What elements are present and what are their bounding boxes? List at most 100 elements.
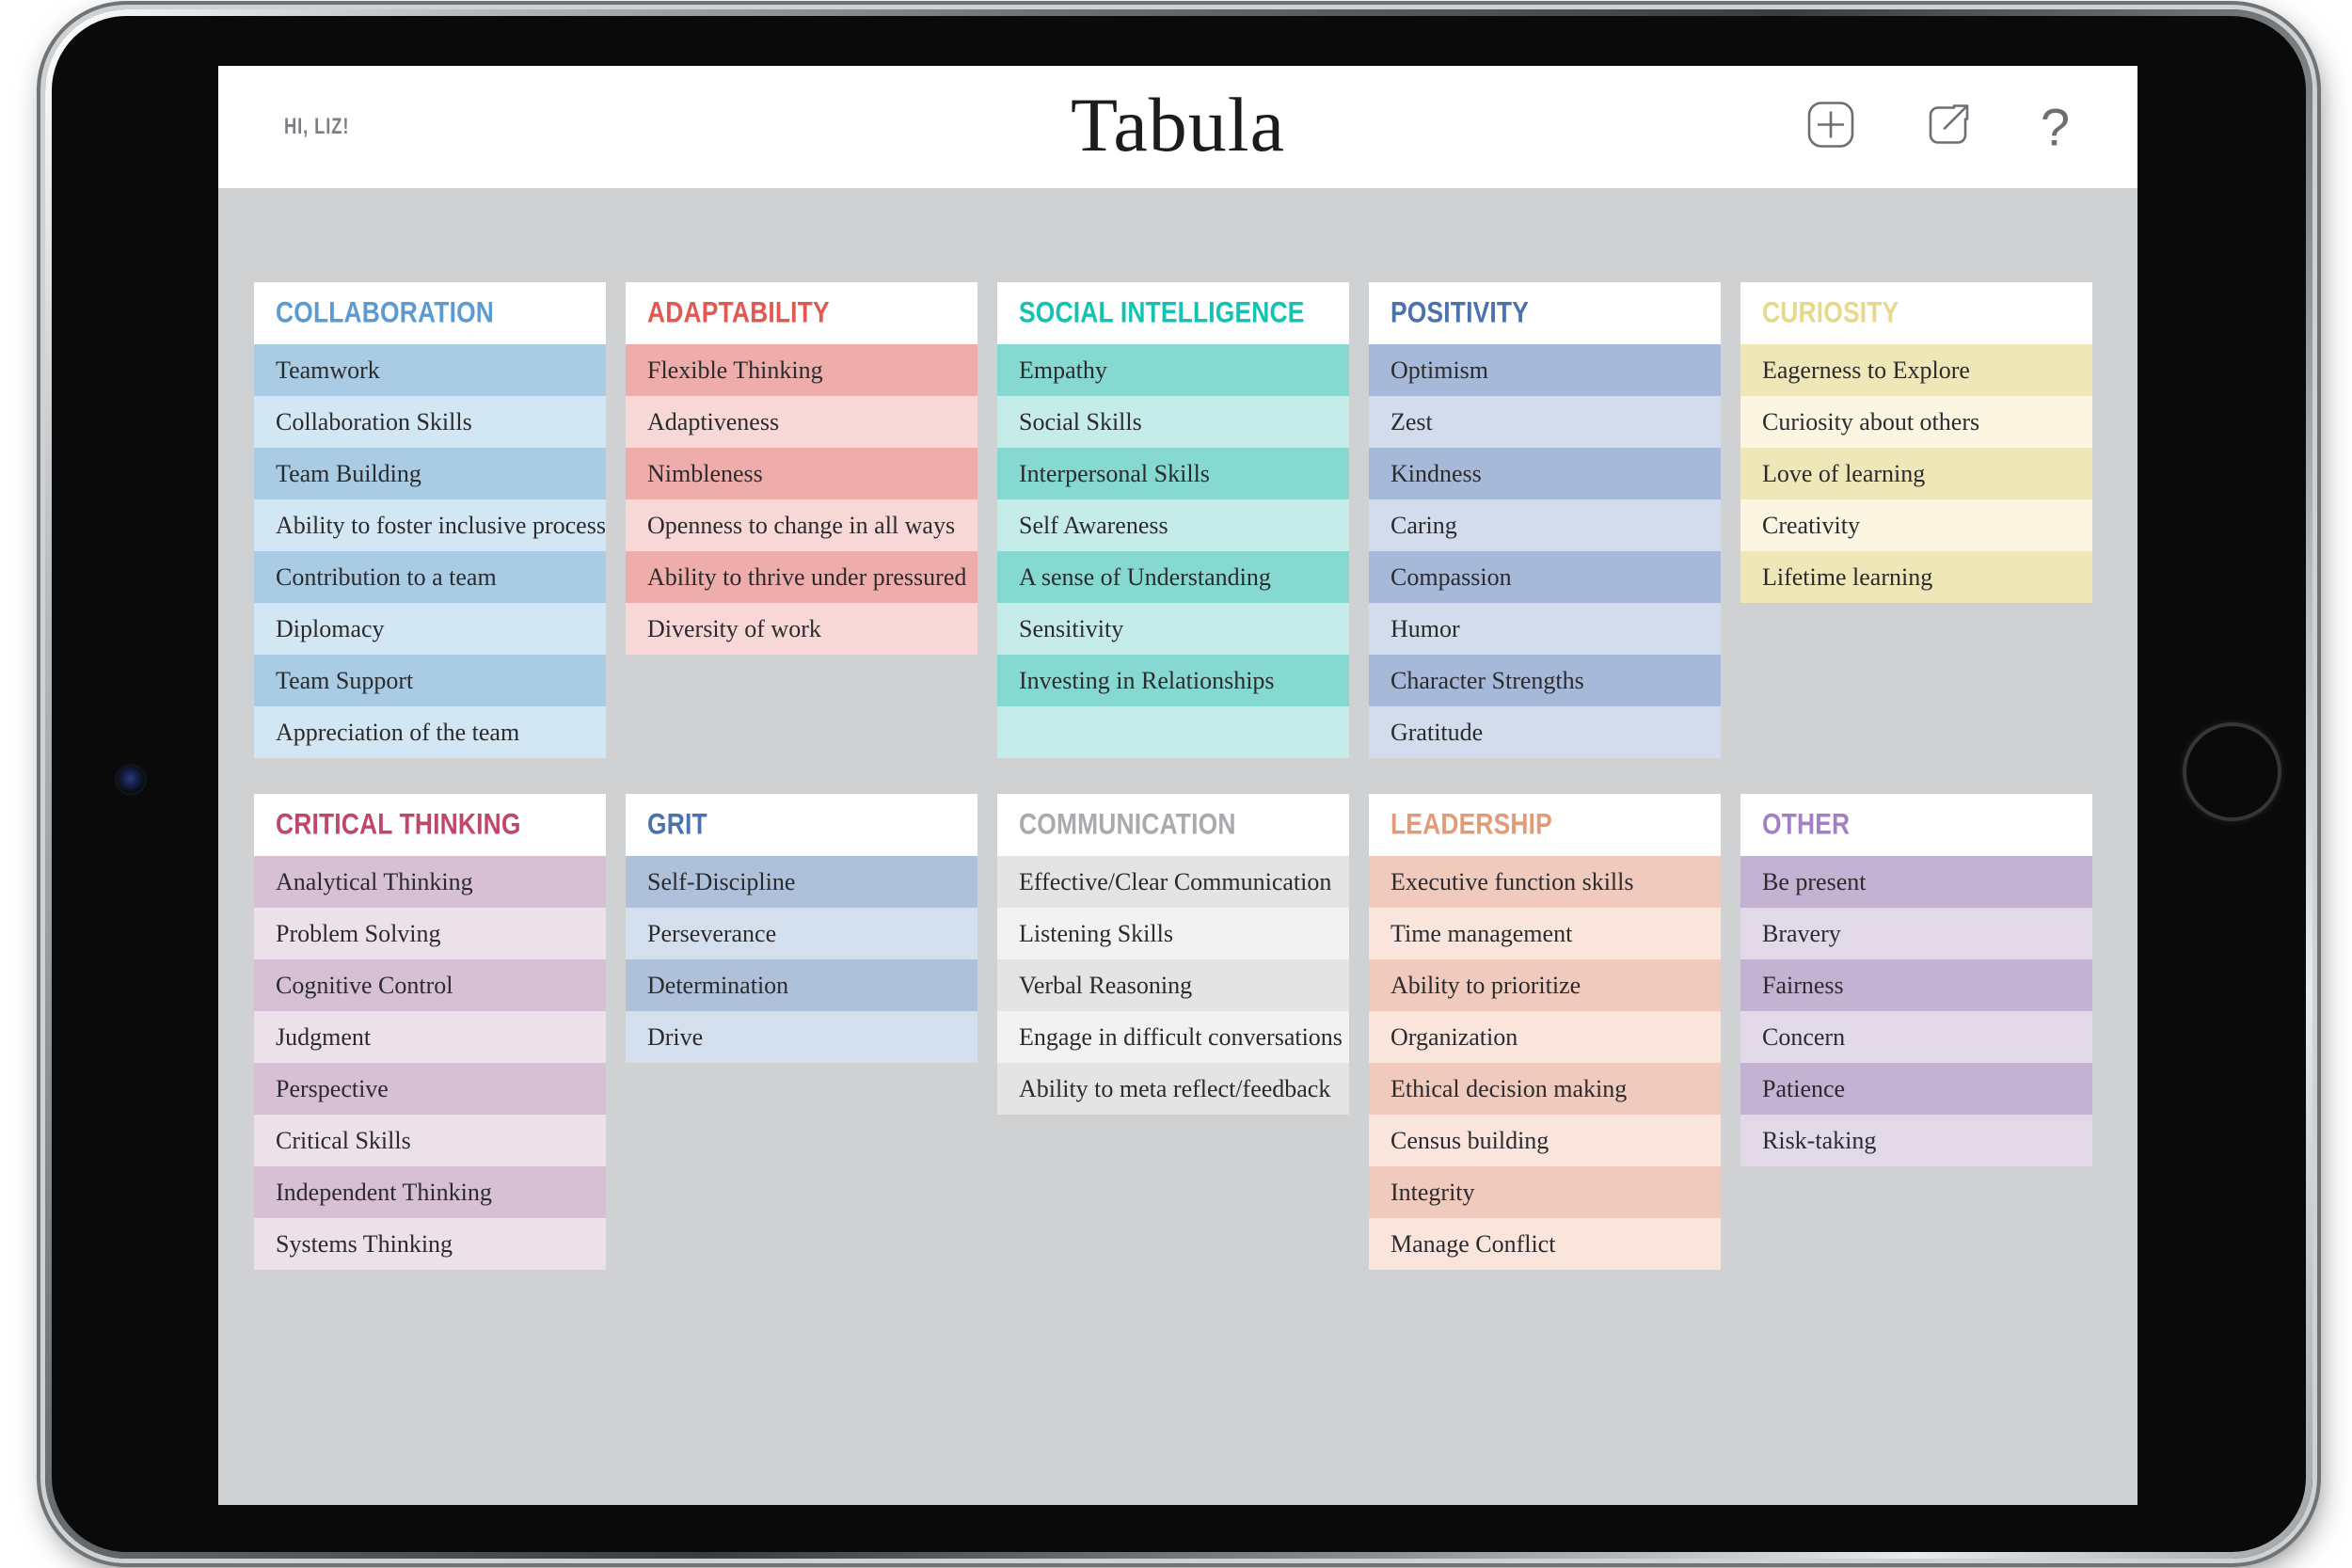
category-item[interactable]: Creativity (1740, 499, 2092, 551)
category-card-communication: COMMUNICATION Effective/Clear Communicati… (997, 794, 1349, 1115)
category-card-header: CURIOSITY (1740, 282, 2092, 344)
category-item-list: Be present Bravery Fairness Concern Patience… (1740, 856, 2092, 1166)
board-row: COLLABORATION Teamwork Collaboration Skill… (254, 282, 2111, 758)
category-item[interactable]: Sensitivity (997, 603, 1349, 655)
category-item[interactable]: Eagerness to Explore (1740, 344, 2092, 396)
category-card-header: OTHER (1740, 794, 2092, 856)
category-item[interactable]: Optimism (1369, 344, 1721, 396)
category-item[interactable]: Analytical Thinking (254, 856, 606, 908)
category-item[interactable]: Gratitude (1369, 706, 1721, 758)
category-item[interactable]: Engage in difficult conversations (997, 1011, 1349, 1063)
category-item[interactable]: Organization (1369, 1011, 1721, 1063)
category-item[interactable]: Adaptiveness (626, 396, 977, 448)
category-title: COMMUNICATION (1019, 807, 1236, 841)
category-item[interactable]: Executive function skills (1369, 856, 1721, 908)
category-item[interactable]: Interpersonal Skills (997, 448, 1349, 499)
category-card-header: SOCIAL INTELLIGENCE (997, 282, 1349, 344)
category-item[interactable]: Compassion (1369, 551, 1721, 603)
share-icon[interactable] (1922, 99, 1975, 156)
category-item-list: Teamwork Collaboration Skills Team Buildin… (254, 344, 606, 758)
category-item[interactable]: Character Strengths (1369, 655, 1721, 706)
category-title: COLLABORATION (276, 295, 495, 329)
category-item[interactable]: Listening Skills (997, 908, 1349, 959)
category-title: CURIOSITY (1762, 295, 1899, 329)
category-item[interactable]: Contribution to a team (254, 551, 606, 603)
category-card-social-intelligence: SOCIAL INTELLIGENCE Empathy Social Skills I… (997, 282, 1349, 758)
category-item[interactable]: Zest (1369, 396, 1721, 448)
category-card-header: GRIT (626, 794, 977, 856)
category-item[interactable]: Systems Thinking (254, 1218, 606, 1270)
category-item[interactable]: Ability to meta reflect/feedback (997, 1063, 1349, 1115)
category-item[interactable]: Humor (1369, 603, 1721, 655)
category-card-collaboration: COLLABORATION Teamwork Collaboration Skill… (254, 282, 606, 758)
tablet-screen: HI, LIZ! Tabula ? COLLABORATION Teamwork C… (218, 66, 2137, 1505)
category-title: OTHER (1762, 807, 1851, 841)
category-title: ADAPTABILITY (647, 295, 830, 329)
category-item[interactable]: Manage Conflict (1369, 1218, 1721, 1270)
category-item[interactable]: Openness to change in all ways (626, 499, 977, 551)
category-item[interactable]: Critical Skills (254, 1115, 606, 1166)
category-item[interactable]: Be present (1740, 856, 2092, 908)
category-item[interactable]: Love of learning (1740, 448, 2092, 499)
category-item[interactable]: Integrity (1369, 1166, 1721, 1218)
category-item[interactable]: Perseverance (626, 908, 977, 959)
category-item[interactable]: Caring (1369, 499, 1721, 551)
category-item[interactable]: Drive (626, 1011, 977, 1063)
category-item[interactable]: Effective/Clear Communication (997, 856, 1349, 908)
category-item[interactable]: Empathy (997, 344, 1349, 396)
category-card-other: OTHER Be present Bravery Fairness Concern Pat… (1740, 794, 2092, 1166)
category-item[interactable]: A sense of Understanding (997, 551, 1349, 603)
add-icon[interactable] (1805, 100, 1856, 155)
category-card-header: LEADERSHIP (1369, 794, 1721, 856)
category-item[interactable]: Census building (1369, 1115, 1721, 1166)
category-item[interactable]: Risk-taking (1740, 1115, 2092, 1166)
category-card-curiosity: CURIOSITY Eagerness to Explore Curiosity a… (1740, 282, 2092, 603)
category-card-header: COLLABORATION (254, 282, 606, 344)
category-item[interactable]: Judgment (254, 1011, 606, 1063)
category-card-header: POSITIVITY (1369, 282, 1721, 344)
category-item[interactable]: Fairness (1740, 959, 2092, 1011)
category-item[interactable]: Team Support (254, 655, 606, 706)
category-item[interactable]: Ability to thrive under pressured (626, 551, 977, 603)
category-item[interactable]: Nimbleness (626, 448, 977, 499)
category-item[interactable]: Ability to prioritize (1369, 959, 1721, 1011)
category-item-list: Analytical Thinking Problem Solving Cognit… (254, 856, 606, 1270)
category-item[interactable]: Teamwork (254, 344, 606, 396)
category-item[interactable]: Diversity of work (626, 603, 977, 655)
category-item[interactable]: Kindness (1369, 448, 1721, 499)
category-item[interactable]: Cognitive Control (254, 959, 606, 1011)
category-item[interactable]: Time management (1369, 908, 1721, 959)
front-camera-icon (117, 766, 145, 794)
category-item[interactable]: Appreciation of the team (254, 706, 606, 758)
help-icon[interactable]: ? (2041, 101, 2070, 153)
category-item-list: Optimism Zest Kindness Caring Compassion Humo… (1369, 344, 1721, 758)
category-item[interactable]: Diplomacy (254, 603, 606, 655)
category-item[interactable]: Determination (626, 959, 977, 1011)
home-button[interactable] (2183, 722, 2281, 821)
category-item[interactable]: Social Skills (997, 396, 1349, 448)
category-item[interactable]: Curiosity about others (1740, 396, 2092, 448)
category-item[interactable]: Concern (1740, 1011, 2092, 1063)
app-header: HI, LIZ! Tabula ? (218, 66, 2137, 188)
category-item[interactable]: Lifetime learning (1740, 551, 2092, 603)
category-item[interactable]: Perspective (254, 1063, 606, 1115)
category-item[interactable]: Collaboration Skills (254, 396, 606, 448)
category-item[interactable]: Patience (1740, 1063, 2092, 1115)
category-item[interactable]: Team Building (254, 448, 606, 499)
category-card-header: COMMUNICATION (997, 794, 1349, 856)
category-item[interactable]: Independent Thinking (254, 1166, 606, 1218)
category-item[interactable]: Problem Solving (254, 908, 606, 959)
category-item[interactable]: Investing in Relationships (997, 655, 1349, 706)
category-item[interactable]: Verbal Reasoning (997, 959, 1349, 1011)
board-row: CRITICAL THINKING Analytical Thinking Prob… (254, 794, 2111, 1270)
category-item[interactable]: Self-Discipline (626, 856, 977, 908)
category-item[interactable]: Ethical decision making (1369, 1063, 1721, 1115)
category-card-adaptability: ADAPTABILITY Flexible Thinking Adaptivenes… (626, 282, 977, 655)
category-item[interactable]: Flexible Thinking (626, 344, 977, 396)
header-actions: ? (1805, 99, 2070, 156)
category-card-leadership: LEADERSHIP Executive function skills Time … (1369, 794, 1721, 1270)
category-item[interactable]: Ability to foster inclusive process (254, 499, 606, 551)
category-item[interactable]: Bravery (1740, 908, 2092, 959)
category-item[interactable]: Self Awareness (997, 499, 1349, 551)
category-item-empty (997, 706, 1349, 758)
